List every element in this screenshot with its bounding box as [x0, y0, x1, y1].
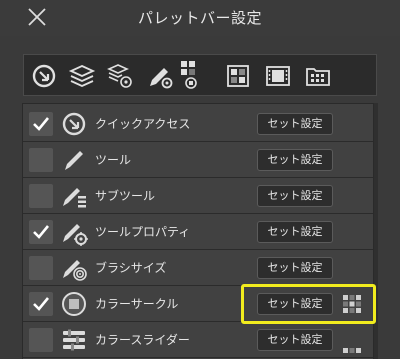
- list-item-tool: ツール セット設定: [23, 142, 373, 178]
- tool-property-icon: [60, 218, 88, 246]
- list-item-sub-tool: サブツール セット設定: [23, 178, 373, 214]
- palette-grid-icon-partial[interactable]: [343, 348, 361, 359]
- list-item-label: ツールプロパティ: [95, 225, 191, 239]
- checkbox-sub-tool[interactable]: [29, 184, 53, 208]
- header-bar: パレットバー設定: [0, 0, 400, 36]
- sub-tool-icon: [60, 182, 88, 210]
- list-item-brush-size: ブラシサイズ セット設定: [23, 250, 373, 286]
- set-settings-button[interactable]: セット設定: [257, 113, 333, 135]
- quick-access-icon[interactable]: [30, 62, 58, 90]
- palette-list: クイックアクセス セット設定 ツール セット設定 サブツール セット設定 ツール…: [22, 103, 374, 359]
- checkbox-tool[interactable]: [29, 148, 53, 172]
- set-settings-button[interactable]: セット設定: [257, 221, 333, 243]
- brush-size-icon: [60, 254, 88, 282]
- list-item-color-circle: カラーサークル セット設定: [23, 286, 373, 322]
- pen-icon: [60, 146, 88, 174]
- tool-property-icon[interactable]: [146, 62, 174, 90]
- checkbox-color-circle[interactable]: [29, 292, 53, 316]
- palette-bar-preview: [23, 54, 377, 96]
- palette-grid-icon[interactable]: [343, 295, 361, 313]
- list-item-label: カラーサークル: [95, 297, 179, 311]
- list-item-color-slider: カラースライダー セット設定: [23, 322, 373, 359]
- set-settings-button[interactable]: セット設定: [257, 329, 333, 351]
- list-item-tool-property: ツールプロパティ セット設定: [23, 214, 373, 250]
- list-item-label: ブラシサイズ: [95, 261, 167, 275]
- set-settings-button[interactable]: セット設定: [257, 149, 333, 171]
- scrollbar[interactable]: [374, 103, 378, 359]
- color-slider-icon: [60, 326, 88, 354]
- checkbox-color-slider[interactable]: [29, 328, 53, 352]
- folder-grid-icon[interactable]: [304, 62, 332, 90]
- checkbox-tool-property[interactable]: [29, 220, 53, 244]
- color-circle-icon: [60, 290, 88, 318]
- list-item-label: サブツール: [95, 189, 156, 203]
- dialog-title: パレットバー設定: [137, 9, 262, 27]
- layers-icon[interactable]: [68, 62, 96, 90]
- list-item-label: カラースライダー: [95, 333, 190, 347]
- layer-property-icon[interactable]: [106, 62, 134, 90]
- set-settings-button[interactable]: セット設定: [257, 185, 333, 207]
- set-settings-button[interactable]: セット設定: [257, 257, 333, 279]
- list-item-quick-access: クイックアクセス セット設定: [23, 106, 373, 142]
- animation-timeline-icon[interactable]: [264, 62, 292, 90]
- tool-grid-icon[interactable]: [178, 59, 200, 93]
- checkbox-quick-access[interactable]: [29, 112, 53, 136]
- list-item-label: ツール: [95, 153, 132, 167]
- material-icon[interactable]: [224, 62, 252, 90]
- list-item-label: クイックアクセス: [95, 117, 191, 131]
- checkbox-brush-size[interactable]: [29, 256, 53, 280]
- quick-access-icon: [60, 110, 88, 138]
- set-settings-button[interactable]: セット設定: [257, 293, 333, 315]
